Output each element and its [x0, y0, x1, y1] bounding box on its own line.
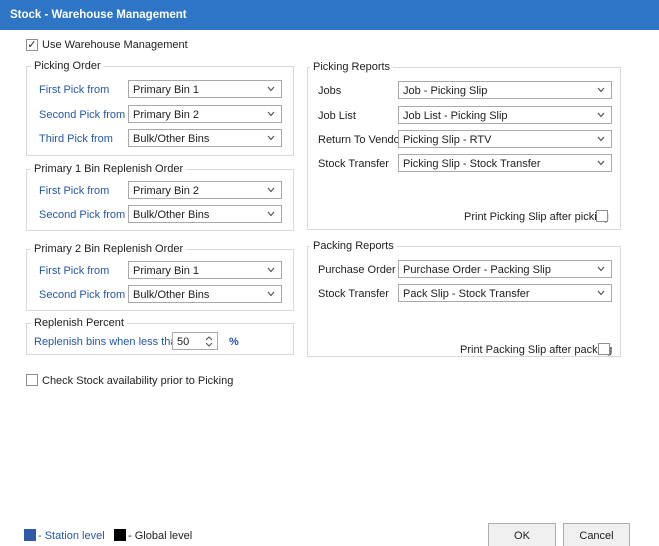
primary2-first-value: Primary Bin 1 [133, 265, 200, 277]
picking-joblist-value: Job List - Picking Slip [403, 110, 508, 122]
primary2-second-select[interactable]: Bulk/Other Bins [128, 285, 282, 303]
chevron-down-icon [267, 135, 275, 141]
packing-reports-title: Packing Reports [310, 240, 397, 252]
picking-order-second-label: Second Pick from [39, 109, 126, 121]
primary1-first-label: First Pick from [39, 185, 110, 197]
chevron-down-icon [267, 111, 275, 117]
spinner-arrows-icon[interactable] [205, 335, 213, 348]
picking-joblist-label: Job List [318, 110, 356, 122]
replenish-percent-spinner[interactable]: 50 [172, 332, 218, 350]
chevron-down-icon [597, 266, 605, 272]
check-stock-checkbox[interactable] [26, 374, 38, 386]
picking-order-first-label: First Pick from [39, 84, 110, 96]
chevron-down-icon [267, 86, 275, 92]
global-level-label: - Global level [128, 530, 193, 542]
primary1-second-select[interactable]: Bulk/Other Bins [128, 205, 282, 223]
print-packing-label: Print Packing Slip after packing [460, 344, 613, 356]
picking-joblist-select[interactable]: Job List - Picking Slip [398, 106, 612, 124]
ok-button[interactable]: OK [488, 523, 556, 546]
picking-order-third-value: Bulk/Other Bins [133, 133, 210, 145]
primary2-second-value: Bulk/Other Bins [133, 289, 210, 301]
picking-order-title: Picking Order [31, 60, 104, 72]
station-level-swatch [24, 529, 36, 541]
chevron-down-icon [597, 112, 605, 118]
print-packing-checkbox[interactable] [598, 343, 610, 355]
primary2-first-select[interactable]: Primary Bin 1 [128, 261, 282, 279]
check-stock-label: Check Stock availability prior to Pickin… [42, 375, 234, 387]
primary1-second-value: Bulk/Other Bins [133, 209, 210, 221]
packing-transfer-label: Stock Transfer [318, 288, 389, 300]
picking-transfer-value: Picking Slip - Stock Transfer [403, 158, 541, 170]
replenish-percent-value: 50 [177, 336, 190, 348]
cancel-button[interactable]: Cancel [563, 523, 630, 546]
use-warehouse-checkbox[interactable]: ✓ [26, 39, 38, 51]
picking-order-second-select[interactable]: Primary Bin 2 [128, 105, 282, 123]
chevron-down-icon [267, 211, 275, 217]
chevron-down-icon [597, 290, 605, 296]
picking-jobs-label: Jobs [318, 85, 342, 97]
picking-jobs-value: Job - Picking Slip [403, 85, 488, 97]
chevron-down-icon [267, 267, 275, 273]
picking-jobs-select[interactable]: Job - Picking Slip [398, 81, 612, 99]
packing-transfer-value: Pack Slip - Stock Transfer [403, 288, 530, 300]
picking-order-third-label: Third Pick from [39, 133, 113, 145]
primary2-second-label: Second Pick from [39, 289, 126, 301]
chevron-down-icon [267, 187, 275, 193]
print-picking-label: Print Picking Slip after picking [464, 211, 609, 223]
picking-order-first-select[interactable]: Primary Bin 1 [128, 80, 282, 98]
primary1-first-select[interactable]: Primary Bin 2 [128, 181, 282, 199]
chevron-down-icon [597, 160, 605, 166]
chevron-down-icon [597, 136, 605, 142]
replenish-title: Replenish Percent [31, 317, 127, 329]
picking-transfer-select[interactable]: Picking Slip - Stock Transfer [398, 154, 612, 172]
packing-po-value: Purchase Order - Packing Slip [403, 264, 551, 276]
picking-order-third-select[interactable]: Bulk/Other Bins [128, 129, 282, 147]
global-level-swatch [114, 529, 126, 541]
packing-transfer-select[interactable]: Pack Slip - Stock Transfer [398, 284, 612, 302]
chevron-down-icon [267, 291, 275, 297]
packing-po-select[interactable]: Purchase Order - Packing Slip [398, 260, 612, 278]
primary1-second-label: Second Pick from [39, 209, 126, 221]
window-title: Stock - Warehouse Management [0, 0, 659, 30]
primary1-first-value: Primary Bin 2 [133, 185, 200, 197]
packing-po-label: Purchase Order [318, 264, 396, 276]
replenish-label: Replenish bins when less than [34, 336, 183, 348]
primary1-title: Primary 1 Bin Replenish Order [31, 163, 187, 175]
use-warehouse-label: Use Warehouse Management [42, 39, 188, 51]
picking-reports-title: Picking Reports [310, 61, 394, 73]
picking-transfer-label: Stock Transfer [318, 158, 389, 170]
picking-rtv-label: Return To Vendor [318, 134, 404, 146]
replenish-unit: % [229, 336, 239, 348]
primary2-first-label: First Pick from [39, 265, 110, 277]
chevron-down-icon [597, 87, 605, 93]
picking-rtv-select[interactable]: Picking Slip - RTV [398, 130, 612, 148]
picking-order-second-value: Primary Bin 2 [133, 109, 200, 121]
picking-order-first-value: Primary Bin 1 [133, 84, 200, 96]
station-level-label: - Station level [38, 530, 105, 542]
primary2-title: Primary 2 Bin Replenish Order [31, 243, 187, 255]
picking-rtv-value: Picking Slip - RTV [403, 134, 492, 146]
print-picking-checkbox[interactable] [596, 210, 608, 222]
